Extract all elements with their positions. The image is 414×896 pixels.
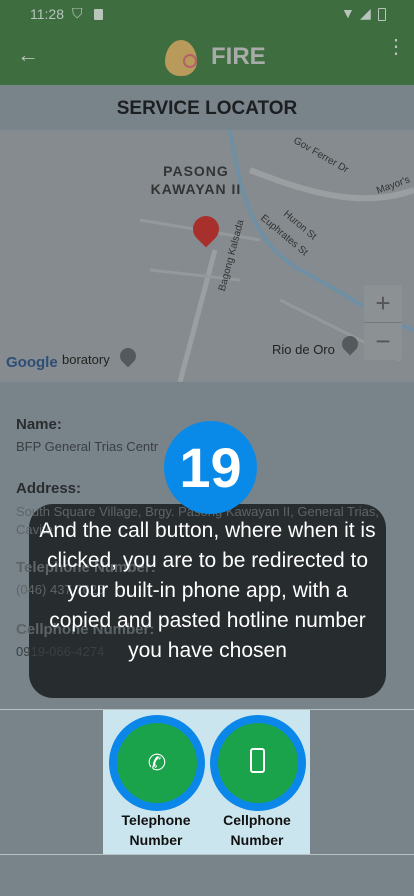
google-logo: Google xyxy=(6,354,58,371)
call-telephone-button[interactable]: ✆ xyxy=(109,715,205,811)
map-view[interactable]: PASONG KAWAYAN II Gov Ferrer Dr Mayor's … xyxy=(0,130,414,382)
zoom-out-button[interactable]: − xyxy=(364,322,402,359)
cellphone-value: 0919-066-4274 xyxy=(16,644,105,659)
map-place-label: Rio de Oro xyxy=(272,342,335,357)
tutorial-step-badge: 19 xyxy=(164,421,257,514)
signal-icon: ◢ xyxy=(360,5,371,21)
app-bar: ← FIRE ⋮ xyxy=(0,30,414,85)
call-buttons-panel: ✆ Telephone Number Cellphone Number xyxy=(103,710,310,854)
clock: 11:28 xyxy=(30,6,64,22)
cellphone-label: Cellphone Number: xyxy=(16,621,155,638)
telephone-value: (046) 437 7625 xyxy=(16,582,105,597)
divider xyxy=(0,854,414,855)
status-bar: 11:28 ⛉ ▼ ◢ xyxy=(0,0,414,30)
no-fire-icon xyxy=(183,54,197,68)
battery-icon xyxy=(378,8,386,21)
sim-icon xyxy=(94,9,103,20)
shield-icon: ⛉ xyxy=(72,5,83,21)
app-title: FIRE xyxy=(211,43,266,70)
zoom-controls: + − xyxy=(364,285,402,360)
more-menu-icon[interactable]: ⋮ xyxy=(386,37,406,57)
zoom-in-button[interactable]: + xyxy=(364,285,402,322)
telephone-label: Telephone Number: xyxy=(16,559,156,576)
phone-icon: ✆ xyxy=(147,750,167,775)
page-title: SERVICE LOCATOR xyxy=(0,85,414,130)
telephone-button-label: Telephone Number xyxy=(121,812,191,848)
cellphone-button-label: Cellphone Number xyxy=(223,812,291,848)
map-poi-label: boratory xyxy=(62,352,110,367)
back-arrow-icon[interactable]: ← xyxy=(17,42,39,68)
call-cellphone-button[interactable] xyxy=(210,715,306,811)
wifi-icon: ▼ xyxy=(341,5,355,21)
map-area-label: PASONG KAWAYAN II xyxy=(150,163,242,197)
mobile-phone-icon xyxy=(250,748,265,773)
